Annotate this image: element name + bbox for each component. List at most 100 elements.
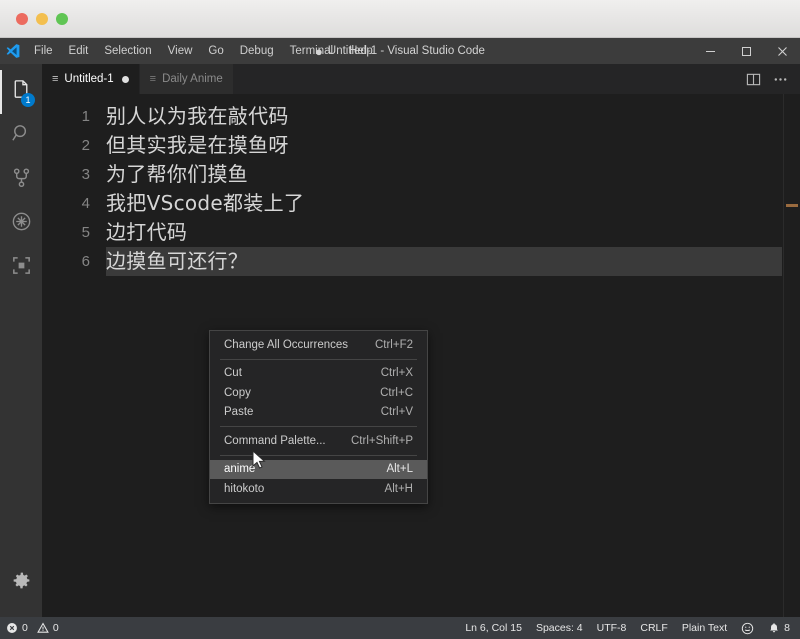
code-line[interactable]: 1 别人以为我在敲代码 xyxy=(42,102,800,131)
traffic-lights xyxy=(16,13,68,25)
menu-item-label: Change All Occurrences xyxy=(224,338,349,351)
status-notifications[interactable]: 8 xyxy=(768,622,790,634)
menu-separator xyxy=(220,426,417,427)
activity-item-extensions[interactable] xyxy=(0,246,42,290)
smiley-icon xyxy=(741,622,754,635)
split-editor-icon[interactable] xyxy=(746,72,761,87)
vscode-logo-icon xyxy=(0,38,26,64)
line-text: 我把VScode都装上了 xyxy=(106,191,305,215)
line-number: 3 xyxy=(81,166,90,183)
menu-item-shortcut: Ctrl+X xyxy=(380,367,413,380)
line-number: 6 xyxy=(81,253,90,270)
line-number: 5 xyxy=(81,224,90,241)
menu-edit[interactable]: Edit xyxy=(61,42,97,60)
status-bar: 0 0 Ln 6, Col 15 Spaces: 4 UTF-8 CRLF Pl… xyxy=(0,617,800,639)
tab-label: Untitled-1 xyxy=(64,73,114,85)
code-line[interactable]: 3 为了帮你们摸鱼 xyxy=(42,160,800,189)
status-indentation[interactable]: Spaces: 4 xyxy=(536,622,583,634)
line-text: 别人以为我在敲代码 xyxy=(106,104,289,128)
line-number: 1 xyxy=(81,108,90,125)
debug-icon xyxy=(10,210,33,238)
line-text: 但其实我是在摸鱼呀 xyxy=(106,133,289,157)
menu-item-label: anime xyxy=(224,463,256,476)
menu-debug[interactable]: Debug xyxy=(232,42,282,60)
activity-item-debug[interactable] xyxy=(0,202,42,246)
gear-icon xyxy=(11,570,32,596)
menu-go[interactable]: Go xyxy=(200,42,231,60)
status-bar-left: 0 0 xyxy=(6,622,59,634)
menu-item-shortcut: Alt+H xyxy=(384,482,413,495)
activity-bar: 1 xyxy=(0,64,42,617)
tabs-bar: ≡ Untitled-1 ≡ Daily Anime xyxy=(42,64,800,94)
menu-item-paste[interactable]: Paste Ctrl+V xyxy=(210,403,427,423)
menu-item-label: Copy xyxy=(224,386,251,399)
notification-count: 8 xyxy=(784,622,790,634)
status-eol[interactable]: CRLF xyxy=(640,622,667,634)
code-line-selected[interactable]: 6 边摸鱼可还行？ xyxy=(42,247,800,276)
maximize-button[interactable] xyxy=(728,38,764,64)
status-language-mode[interactable]: Plain Text xyxy=(682,622,727,634)
error-count: 0 xyxy=(22,622,28,634)
menu-item-label: Command Palette... xyxy=(224,434,326,447)
source-control-icon xyxy=(10,166,33,194)
minimize-window-button[interactable] xyxy=(36,13,48,25)
macos-titlebar xyxy=(0,0,800,38)
window-controls xyxy=(692,38,800,64)
activity-item-search[interactable] xyxy=(0,114,42,158)
warning-icon xyxy=(36,622,49,634)
tab-dirty-dot[interactable] xyxy=(121,75,129,83)
screenshot-root: File Edit Selection View Go Debug Termin… xyxy=(0,0,800,639)
menu-terminal[interactable]: Terminal xyxy=(282,42,341,60)
line-text: 边摸鱼可还行？ xyxy=(106,249,249,273)
status-cursor-position[interactable]: Ln 6, Col 15 xyxy=(465,622,522,634)
menu-item-label: Paste xyxy=(224,406,254,419)
menu-item-command-palette[interactable]: Command Palette... Ctrl+Shift+P xyxy=(210,431,427,451)
menu-view[interactable]: View xyxy=(160,42,201,60)
activity-item-manage[interactable] xyxy=(0,561,42,605)
menu-item-label: hitokoto xyxy=(224,482,265,495)
menu-help[interactable]: Help xyxy=(341,42,381,60)
menu-items: File Edit Selection View Go Debug Termin… xyxy=(26,42,381,60)
menu-bar: File Edit Selection View Go Debug Termin… xyxy=(0,38,800,64)
menu-item-hitokoto[interactable]: hitokoto Alt+H xyxy=(210,479,427,499)
menu-item-change-all-occurrences[interactable]: Change All Occurrences Ctrl+F2 xyxy=(210,335,427,355)
tab-daily-anime[interactable]: ≡ Daily Anime xyxy=(139,64,234,94)
line-number: 2 xyxy=(81,137,90,154)
file-text-icon: ≡ xyxy=(52,72,59,85)
activity-item-explorer[interactable]: 1 xyxy=(0,70,42,114)
status-feedback[interactable] xyxy=(741,622,754,635)
minimize-button[interactable] xyxy=(692,38,728,64)
tabs-actions xyxy=(746,64,800,94)
menu-item-shortcut: Ctrl+V xyxy=(380,406,413,419)
line-number: 4 xyxy=(81,195,90,212)
menu-selection[interactable]: Selection xyxy=(96,42,159,60)
menu-item-cut[interactable]: Cut Ctrl+X xyxy=(210,364,427,384)
activity-item-source-control[interactable] xyxy=(0,158,42,202)
line-text: 边打代码 xyxy=(106,220,188,244)
menu-item-copy[interactable]: Copy Ctrl+C xyxy=(210,383,427,403)
ellipsis-icon[interactable] xyxy=(773,72,788,87)
menu-item-shortcut: Ctrl+Shift+P xyxy=(351,434,413,447)
code-line[interactable]: 2 但其实我是在摸鱼呀 xyxy=(42,131,800,160)
extensions-icon xyxy=(10,254,33,282)
warning-count: 0 xyxy=(52,622,59,634)
code-line[interactable]: 5 边打代码 xyxy=(42,218,800,247)
status-problems[interactable]: 0 0 xyxy=(6,622,59,634)
menu-separator xyxy=(220,454,417,456)
menu-item-shortcut: Ctrl+F2 xyxy=(374,338,413,351)
menu-file[interactable]: File xyxy=(26,42,61,60)
file-text-icon: ≡ xyxy=(149,72,157,85)
menu-item-shortcut: Alt+L xyxy=(386,463,413,476)
tab-label: Daily Anime xyxy=(162,73,223,85)
bell-icon xyxy=(768,622,780,634)
menu-item-shortcut: Ctrl+C xyxy=(380,386,413,399)
editor-context-menu[interactable]: Change All Occurrences Ctrl+F2 Cut Ctrl+… xyxy=(209,330,428,504)
code-line[interactable]: 4 我把VScode都装上了 xyxy=(42,189,800,218)
close-window-button[interactable] xyxy=(16,13,28,25)
tab-untitled-1[interactable]: ≡ Untitled-1 xyxy=(42,64,140,94)
maximize-window-button[interactable] xyxy=(56,13,68,25)
close-button[interactable] xyxy=(764,38,800,64)
status-encoding[interactable]: UTF-8 xyxy=(597,622,627,634)
line-text: 为了帮你们摸鱼 xyxy=(106,162,249,186)
menu-item-anime[interactable]: anime Alt+L xyxy=(210,459,427,479)
